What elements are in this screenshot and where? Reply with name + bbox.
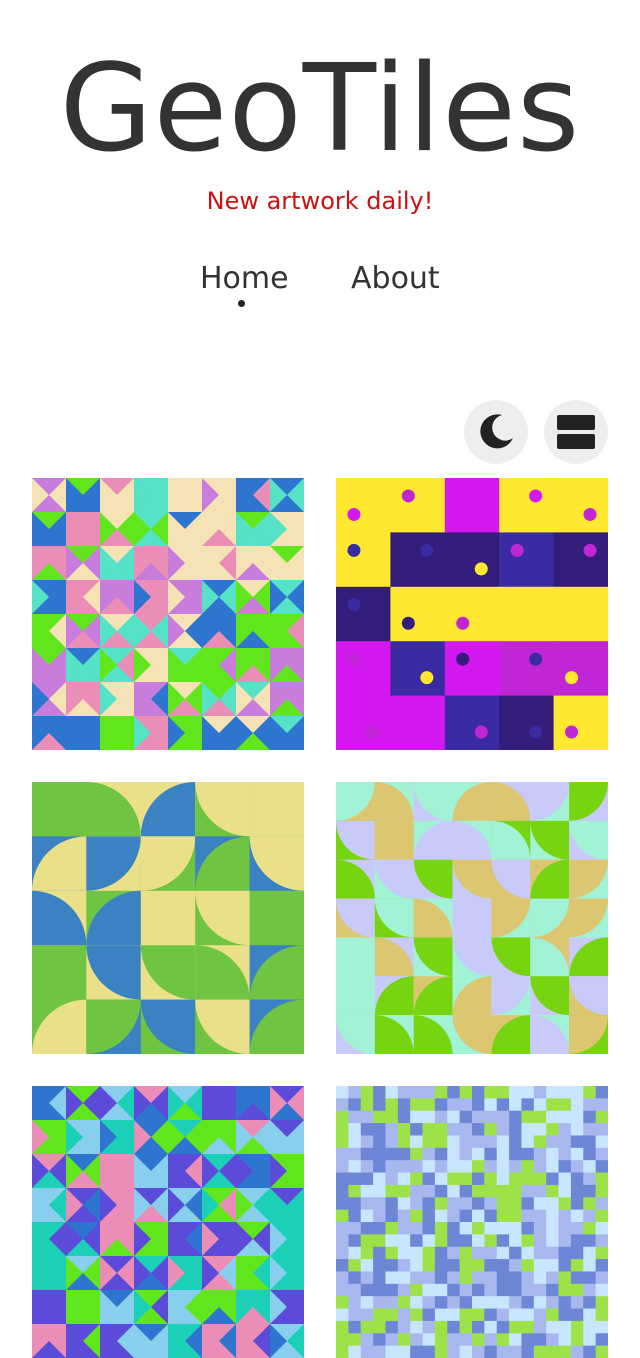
list-layout-icon [557, 415, 595, 449]
tagline: New artwork daily! [206, 187, 434, 215]
tile-artwork [32, 478, 304, 750]
tile-artwork [336, 1086, 608, 1358]
artwork-tile[interactable] [32, 478, 304, 750]
nav-about-link[interactable]: About [351, 258, 440, 300]
site-title: GeoTiles [59, 40, 581, 179]
tile-artwork [32, 1086, 304, 1358]
artwork-tile[interactable] [32, 782, 304, 1054]
layout-toggle-button[interactable] [544, 400, 608, 464]
moon-icon [480, 414, 513, 449]
tile-artwork [32, 782, 304, 1054]
artwork-tile[interactable] [336, 782, 608, 1054]
active-indicator-dot [238, 300, 245, 307]
theme-toggle-button[interactable] [464, 400, 528, 464]
tile-artwork [336, 478, 608, 750]
tile-artwork [336, 782, 608, 1054]
artwork-tile[interactable] [336, 478, 608, 750]
main-nav: Home About [0, 258, 640, 318]
nav-home-link[interactable]: Home [200, 258, 289, 300]
artwork-tile[interactable] [32, 1086, 304, 1358]
artwork-tile[interactable] [336, 1086, 608, 1358]
